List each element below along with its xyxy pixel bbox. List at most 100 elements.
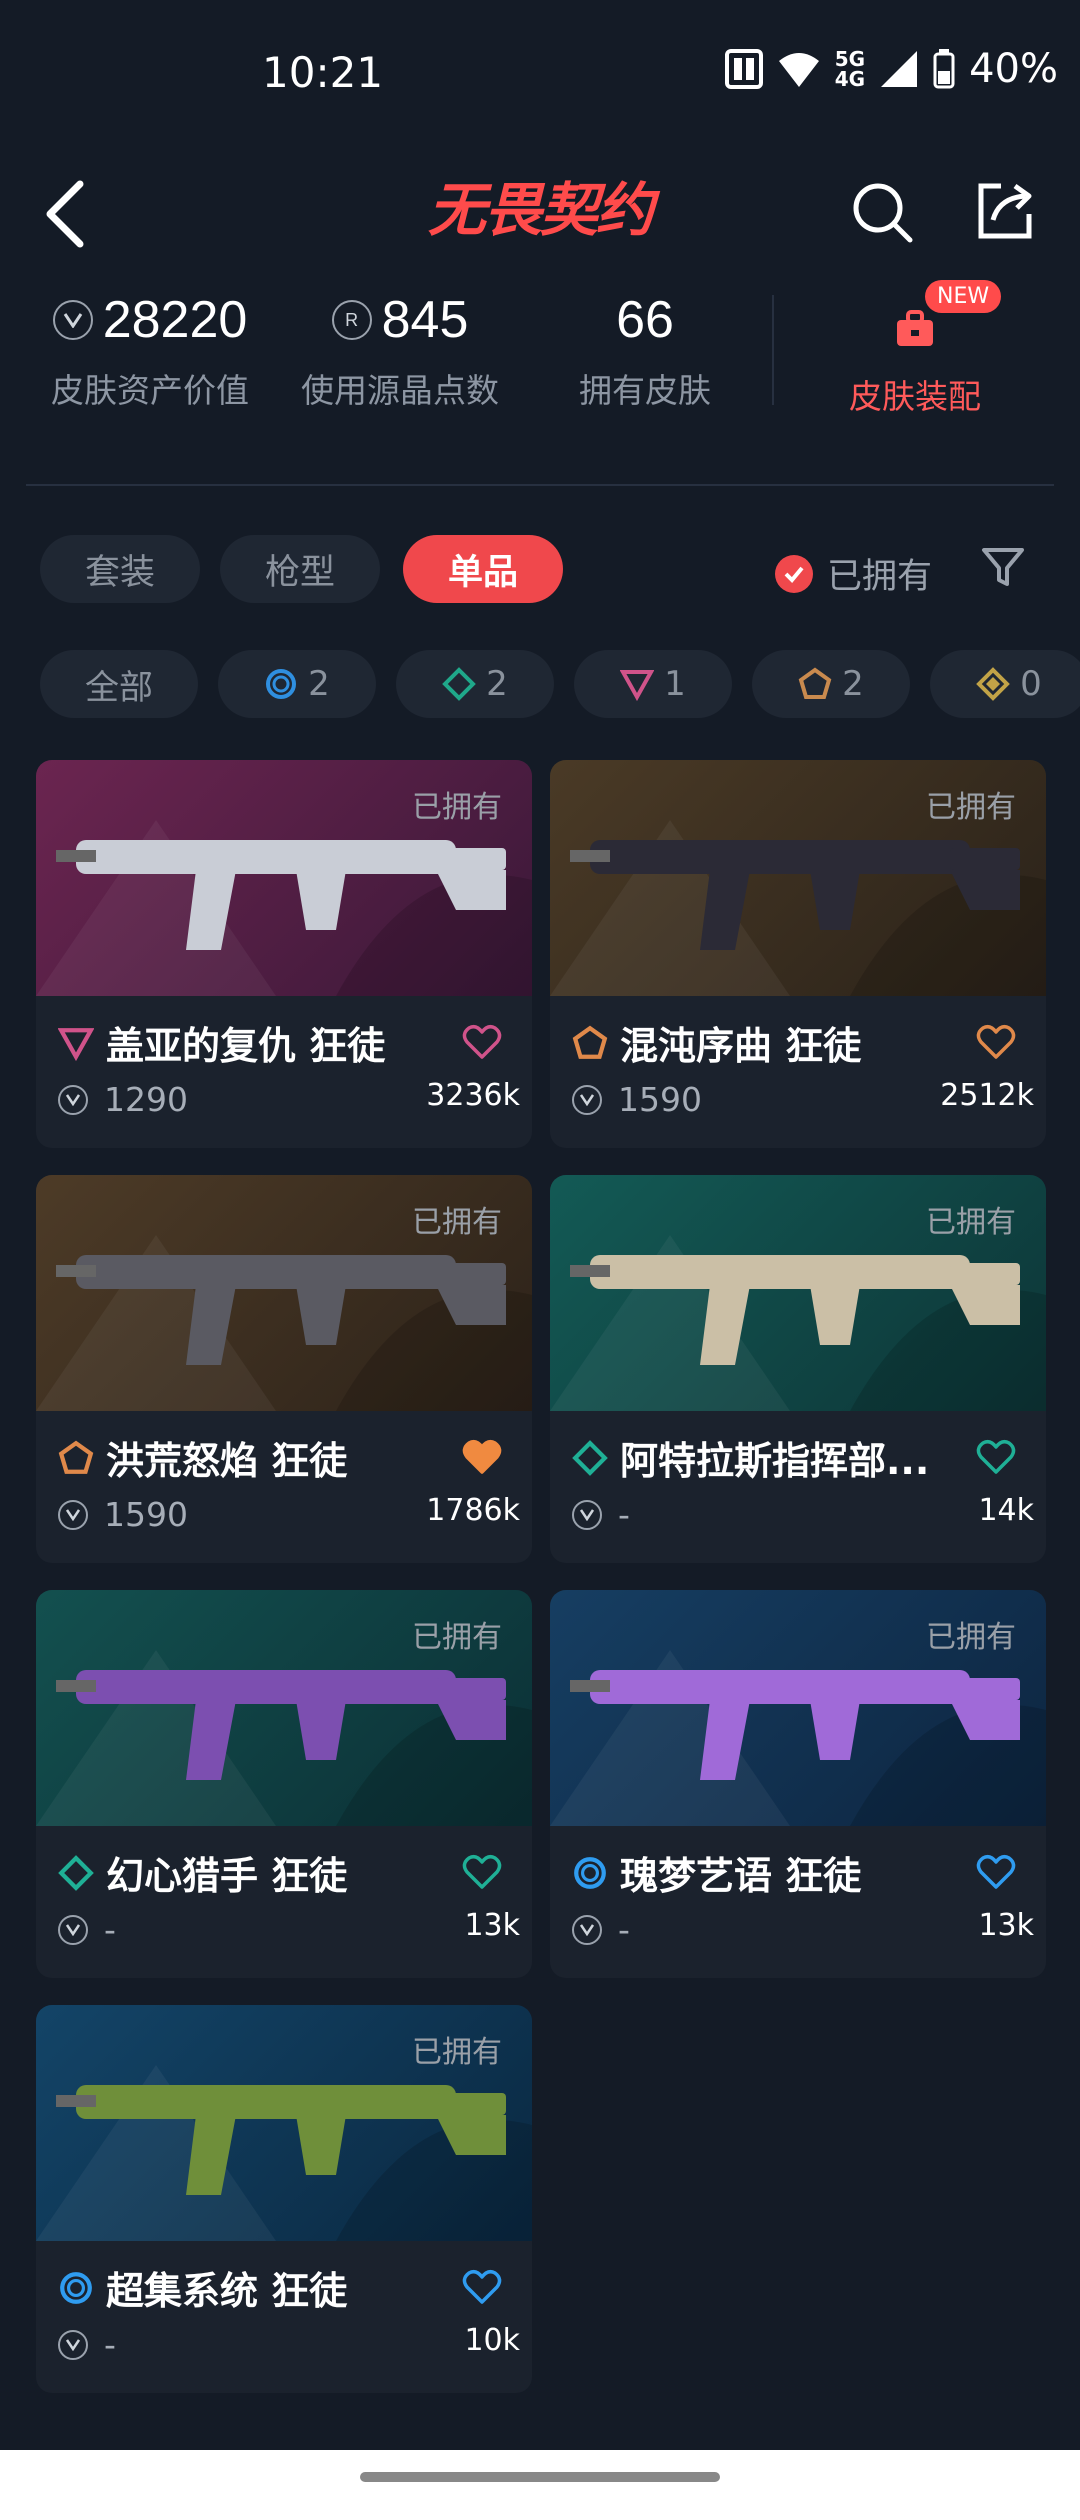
owned-label: 已拥有	[926, 1205, 1016, 1240]
valorant-points-icon	[572, 1914, 602, 1945]
skin-price: 1290	[104, 1080, 188, 1119]
skin-name: 盖亚的复仇 狂徒	[106, 1024, 386, 1068]
like-count: 13k	[978, 1908, 1034, 1943]
skin-card[interactable]: 已拥有 超集系统 狂徒 - 10k	[36, 2005, 532, 2393]
heart-icon[interactable]	[462, 1852, 502, 1892]
heart-icon[interactable]	[462, 1022, 502, 1062]
skin-loadout-label: 皮肤装配	[849, 377, 981, 416]
brand-logo: 无畏契约	[427, 176, 654, 244]
price-row: -	[572, 1495, 630, 1534]
owned-skins-label: 拥有皮肤	[579, 371, 711, 410]
like-count: 2512k	[940, 1078, 1034, 1113]
tier-icon	[58, 1440, 94, 1474]
owned-skins-count: 66	[616, 291, 674, 349]
skin-name-row: 阿特拉斯指挥部...	[572, 1430, 929, 1485]
tier-icon	[572, 1025, 608, 1059]
skin-card[interactable]: 已拥有 洪荒怒焰 狂徒 1590 1786k	[36, 1175, 532, 1563]
skin-name: 阿特拉斯指挥部...	[620, 1439, 930, 1483]
skin-name-row: 混沌序曲 狂徒	[572, 1015, 861, 1070]
skin-card[interactable]: 已拥有 混沌序曲 狂徒 1590 2512k	[550, 760, 1046, 1148]
skin-artwork: 已拥有	[550, 1590, 1046, 1826]
skin-name-row: 超集系统 狂徒	[58, 2260, 347, 2315]
wifi-icon	[778, 53, 819, 87]
skin-name-row: 洪荒怒焰 狂徒	[58, 1430, 347, 1485]
search-icon[interactable]	[850, 180, 914, 244]
select-tier-icon	[266, 669, 297, 699]
skin-price: 1590	[104, 1495, 188, 1534]
stats-divider	[772, 295, 774, 405]
heart-icon[interactable]	[976, 1437, 1016, 1477]
skin-loadout-button[interactable]: NEW 皮肤装配	[790, 280, 1040, 430]
skin-artwork: 已拥有	[36, 1175, 532, 1411]
skin-card[interactable]: 已拥有 瑰梦艺语 狂徒 - 13k	[550, 1590, 1046, 1978]
skin-name-row: 瑰梦艺语 狂徒	[572, 1845, 861, 1900]
skin-name: 洪荒怒焰 狂徒	[106, 1439, 348, 1483]
rarity-chip-ultra[interactable]: 0	[930, 650, 1080, 718]
price-row: 1590	[58, 1495, 188, 1534]
nfc-icon	[724, 49, 763, 89]
skin-card[interactable]: 已拥有 幻心猎手 狂徒 - 13k	[36, 1590, 532, 1978]
heart-icon[interactable]	[462, 2267, 502, 2307]
tab-single-items[interactable]: 单品	[403, 535, 563, 603]
ultra-tier-icon	[976, 667, 1011, 701]
top-bar: 无畏契约	[0, 150, 1080, 280]
valorant-points-icon	[572, 1499, 602, 1530]
price-row: -	[58, 2325, 116, 2364]
skin-price: -	[618, 1495, 630, 1534]
skin-name: 瑰梦艺语 狂徒	[620, 1854, 862, 1898]
owned-filter-label: 已拥有	[827, 557, 933, 597]
share-icon[interactable]	[975, 178, 1035, 242]
owned-label: 已拥有	[926, 1620, 1016, 1655]
owned-label: 已拥有	[412, 790, 502, 825]
skin-artwork: 已拥有	[36, 1590, 532, 1826]
radianite-stat: R 845 使用源晶点数	[290, 290, 510, 412]
skin-name-row: 盖亚的复仇 狂徒	[58, 1015, 385, 1070]
network-type: 5G 4G	[834, 47, 866, 91]
like-count: 1786k	[426, 1493, 520, 1528]
heart-icon[interactable]	[976, 1022, 1016, 1062]
skin-name: 混沌序曲 狂徒	[620, 1024, 862, 1068]
skin-card[interactable]: 已拥有 盖亚的复仇 狂徒 1290 3236k	[36, 760, 532, 1148]
rarity-chip-select[interactable]: 2	[218, 650, 376, 718]
price-row: 1590	[572, 1080, 702, 1119]
owned-label: 已拥有	[412, 1620, 502, 1655]
tab-weapon-type[interactable]: 枪型	[220, 535, 380, 603]
owned-label: 已拥有	[412, 2035, 502, 2070]
deluxe-tier-icon	[442, 667, 477, 701]
rarity-chip-all[interactable]: 全部	[40, 650, 198, 718]
like-count: 10k	[464, 2323, 520, 2358]
rarity-chip-deluxe[interactable]: 2	[396, 650, 554, 718]
valorant-points-icon	[52, 300, 93, 340]
skin-card[interactable]: 已拥有 阿特拉斯指挥部... - 14k	[550, 1175, 1046, 1563]
heart-icon[interactable]	[976, 1852, 1016, 1892]
skin-artwork: 已拥有	[36, 2005, 532, 2241]
owned-skins-stat: 66 拥有皮肤	[540, 290, 750, 412]
signal-icon	[881, 51, 918, 87]
tier-icon	[58, 1854, 94, 1891]
skin-artwork: 已拥有	[550, 1175, 1046, 1411]
valorant-points-icon	[58, 1084, 88, 1115]
back-icon[interactable]	[42, 178, 92, 250]
category-tabs: 套装 枪型 单品 已拥有	[0, 530, 1080, 610]
filter-icon[interactable]	[980, 544, 1026, 590]
rarity-chip-premium[interactable]: 1	[574, 650, 732, 718]
owned-label: 已拥有	[926, 790, 1016, 825]
like-count: 3236k	[426, 1078, 520, 1113]
status-bar: 10:21 5G 4G 40%	[0, 0, 1080, 150]
skin-artwork: 已拥有	[550, 760, 1046, 996]
heart-icon[interactable]	[462, 1437, 502, 1477]
tier-icon	[574, 1856, 606, 1889]
checked-icon	[775, 554, 813, 593]
skin-name: 超集系统 狂徒	[106, 2269, 348, 2313]
premium-tier-icon	[620, 670, 655, 701]
rarity-chip-exclusive[interactable]: 2	[752, 650, 910, 718]
rarity-filter-row: 全部 2 2 1 2 0	[0, 646, 1080, 722]
tier-icon	[60, 2271, 92, 2304]
valorant-points-icon	[58, 1914, 88, 1945]
owned-filter-toggle[interactable]: 已拥有	[775, 548, 932, 599]
tab-bundles[interactable]: 套装	[40, 535, 200, 603]
gesture-handle[interactable]	[360, 2472, 720, 2482]
new-badge: NEW	[925, 280, 1002, 313]
exclusive-tier-icon	[798, 667, 832, 699]
navigation-bar	[0, 2450, 1080, 2520]
